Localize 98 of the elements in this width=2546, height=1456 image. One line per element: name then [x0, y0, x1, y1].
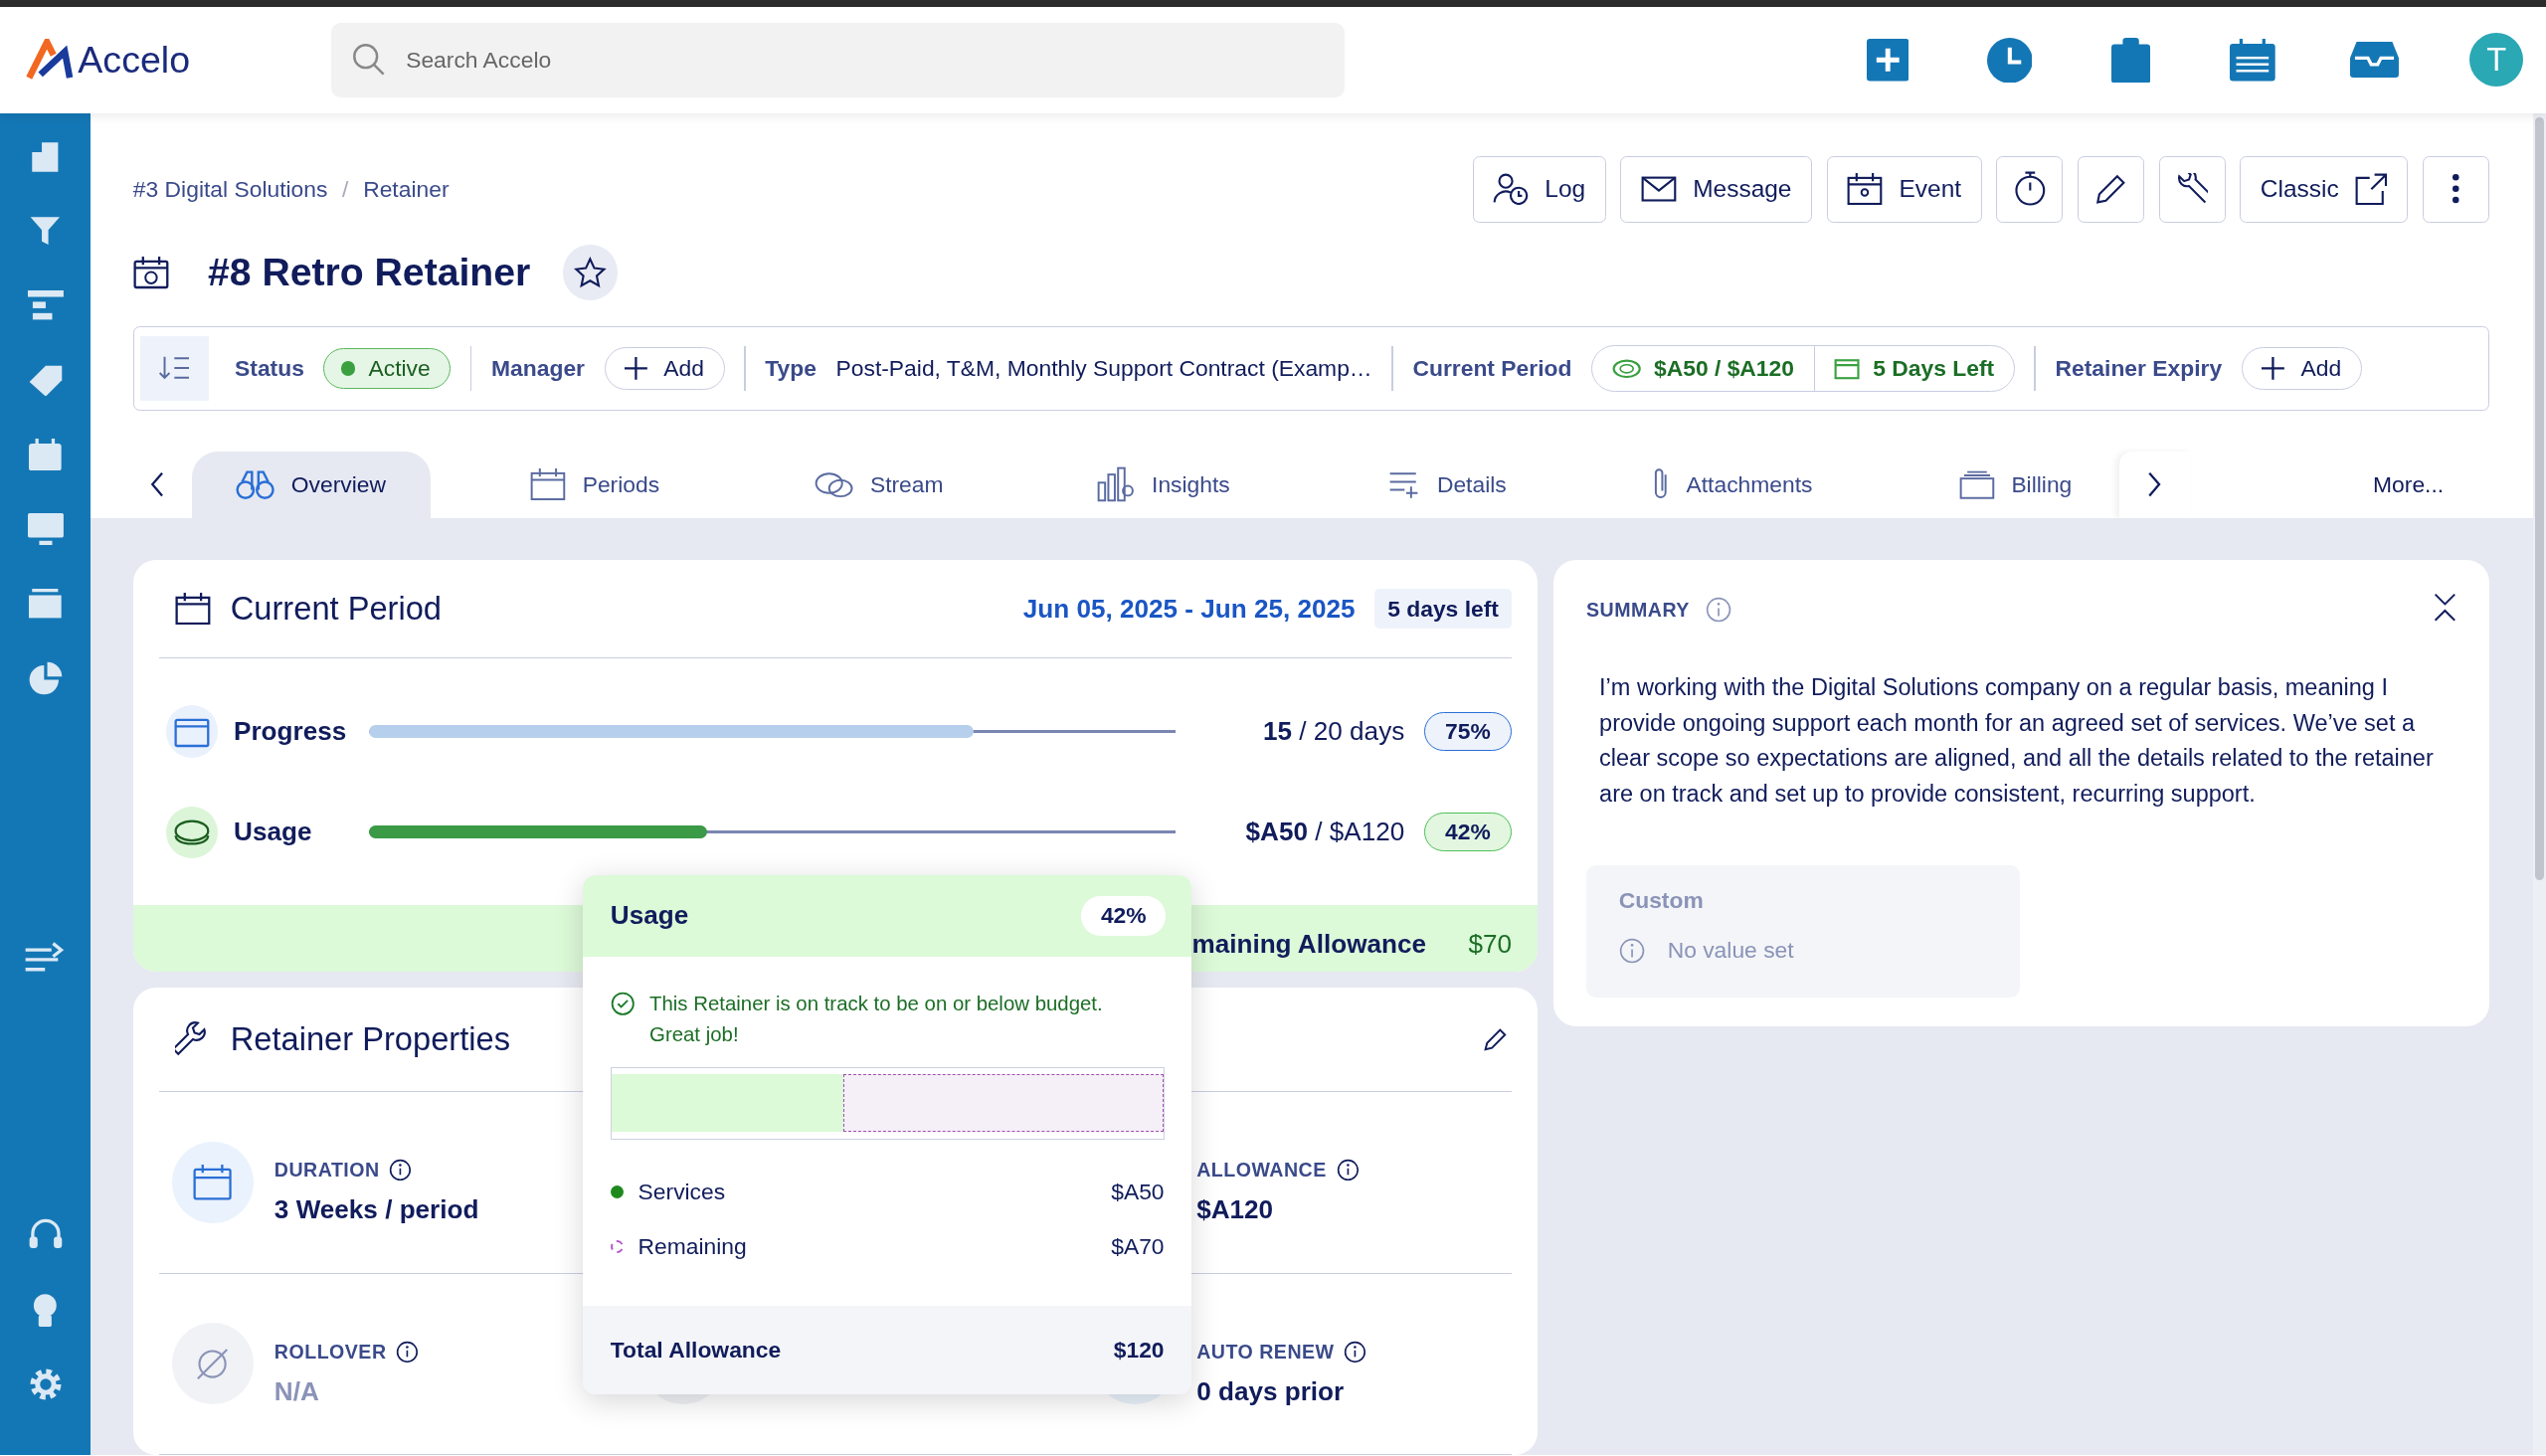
page-title: #8 Retro Retainer	[207, 251, 531, 295]
legend-label: Services	[637, 1178, 726, 1205]
binoculars-icon	[236, 469, 275, 499]
remaining-allowance-value: $70	[1468, 928, 1512, 960]
chevron-right-icon	[2146, 471, 2163, 498]
inbox-icon	[2350, 42, 2400, 79]
tab[interactable]: Overview	[191, 451, 431, 518]
metric-label: Usage	[234, 817, 313, 848]
percent-badge: 42%	[1423, 813, 1512, 852]
info-icon	[1336, 1159, 1360, 1183]
calendar-icon	[175, 592, 212, 626]
plus-icon	[1866, 39, 1910, 82]
remaining-allowance-label: maining Allowance	[1191, 928, 1426, 960]
chat-bubbles-icon	[815, 469, 854, 499]
days-left-badge: 5 days left	[1374, 589, 1512, 630]
breadcrumb-separator: /	[342, 175, 349, 203]
retainer-expiry-label: Retainer Expiry	[2055, 355, 2223, 383]
property-value: 3 Weeks / period	[273, 1194, 480, 1226]
tab[interactable]: Billing	[1896, 451, 2135, 518]
summary-title: SUMMARY	[1586, 599, 1690, 622]
clock-icon	[1986, 37, 2033, 84]
type-label: Type	[765, 355, 817, 383]
property-label: AUTO RENEW	[1196, 1340, 1335, 1364]
percent-badge: 42%	[1081, 895, 1167, 936]
app-logo[interactable]: Accelo	[26, 38, 332, 82]
stopwatch-icon	[2013, 171, 2047, 208]
tab[interactable]: Periods	[475, 451, 715, 518]
timer-button[interactable]	[1996, 155, 2064, 223]
info-icon	[396, 1340, 420, 1364]
calendar-icon	[2230, 39, 2276, 82]
info-icon	[1618, 937, 1645, 964]
summary-text: I’m working with the Digital Solutions company on a regular basis, meaning I provide ongoing support each month for an agreed set of services. We’ve set a clear scope so expectations are aligned, and all the details related to the retainer are on track and set up to provide consistent, recurring support.	[1598, 672, 2435, 810]
metric-reading: 15 / 20 days	[1263, 716, 1405, 748]
property-label: ALLOWANCE	[1196, 1159, 1327, 1183]
retainer-icon	[132, 256, 169, 289]
plus-icon	[2262, 357, 2285, 380]
breadcrumb-link[interactable]: Retainer	[363, 175, 450, 203]
bar-chart-icon	[1096, 466, 1136, 503]
calendar-icon	[530, 467, 567, 501]
event-button[interactable]: Event	[1826, 155, 1982, 223]
wrench-icon	[2175, 172, 2209, 206]
manager-label: Manager	[491, 355, 585, 383]
total-allowance-label: Total Allowance	[610, 1336, 782, 1364]
current-period-label: Current Period	[1412, 355, 1572, 383]
log-button[interactable]: Log	[1472, 155, 1606, 223]
property-value: 0 days prior	[1196, 1375, 1346, 1407]
sort-button[interactable]	[140, 335, 209, 402]
pencil-icon	[1484, 1027, 1508, 1051]
card-title: Retainer Properties	[230, 1020, 510, 1059]
property-value: $A120	[1196, 1194, 1275, 1226]
breadcrumb-link[interactable]: #3 Digital Solutions	[132, 175, 328, 203]
edit-button[interactable]	[2078, 155, 2144, 223]
envelope-icon	[1640, 176, 1677, 203]
plus-icon	[625, 357, 647, 380]
status-label: Status	[235, 355, 304, 383]
tab[interactable]: Insights	[1043, 451, 1283, 518]
message-button[interactable]: Message	[1620, 155, 1813, 223]
status-badge[interactable]: Active	[323, 347, 452, 390]
tools-button[interactable]	[2158, 155, 2226, 223]
info-icon	[1706, 597, 1732, 624]
chevron-left-icon	[149, 471, 166, 498]
metric-label: Progress	[234, 716, 348, 748]
budget-message: This Retainer is on track to be on or below budget. Great job!	[649, 992, 1104, 1048]
card-title: Current Period	[230, 590, 443, 629]
tooltip-title: Usage	[610, 900, 689, 932]
search-field[interactable]: Search Accelo	[331, 22, 1345, 97]
more-icon	[2453, 174, 2459, 204]
info-icon	[1344, 1340, 1367, 1364]
invoice-icon	[1959, 469, 1996, 499]
clipboard-icon	[2111, 37, 2151, 84]
period-dates: Jun 05, 2025 - Jun 25, 2025	[1022, 593, 1356, 625]
more-tab[interactable]: More...	[2190, 451, 2489, 518]
type-value: Post-Paid, T&M, Monthly Support Contract (Examp…	[835, 355, 1372, 383]
star-icon	[574, 256, 607, 289]
property-value: N/A	[273, 1375, 320, 1407]
property-label: ROLLOVER	[273, 1340, 387, 1364]
legend-label: Remaining	[637, 1233, 747, 1261]
tab[interactable]: Stream	[760, 451, 999, 518]
check-circle-icon	[610, 992, 636, 1016]
pencil-icon	[2094, 172, 2127, 206]
custom-field-title: Custom	[1618, 887, 1705, 915]
sort-icon	[158, 355, 191, 382]
legend-value: $A50	[1111, 1178, 1165, 1205]
property-label: DURATION	[273, 1159, 380, 1183]
legend-value: $A70	[1111, 1233, 1165, 1261]
external-link-icon	[2355, 172, 2388, 206]
tab[interactable]: Attachments	[1612, 451, 1852, 518]
total-allowance-value: $120	[1113, 1336, 1165, 1364]
info-icon	[389, 1159, 413, 1183]
more-button[interactable]	[2422, 155, 2489, 223]
custom-field-value: No value set	[1667, 937, 1794, 965]
classic-button[interactable]: Classic	[2240, 155, 2409, 223]
metric-reading: $A50 / $A120	[1245, 817, 1405, 848]
tab[interactable]: Details	[1328, 451, 1567, 518]
person-clock-icon	[1493, 172, 1529, 206]
calendar-icon	[1847, 172, 1884, 206]
percent-badge: 75%	[1423, 712, 1512, 752]
collapse-icon	[2434, 592, 2457, 623]
